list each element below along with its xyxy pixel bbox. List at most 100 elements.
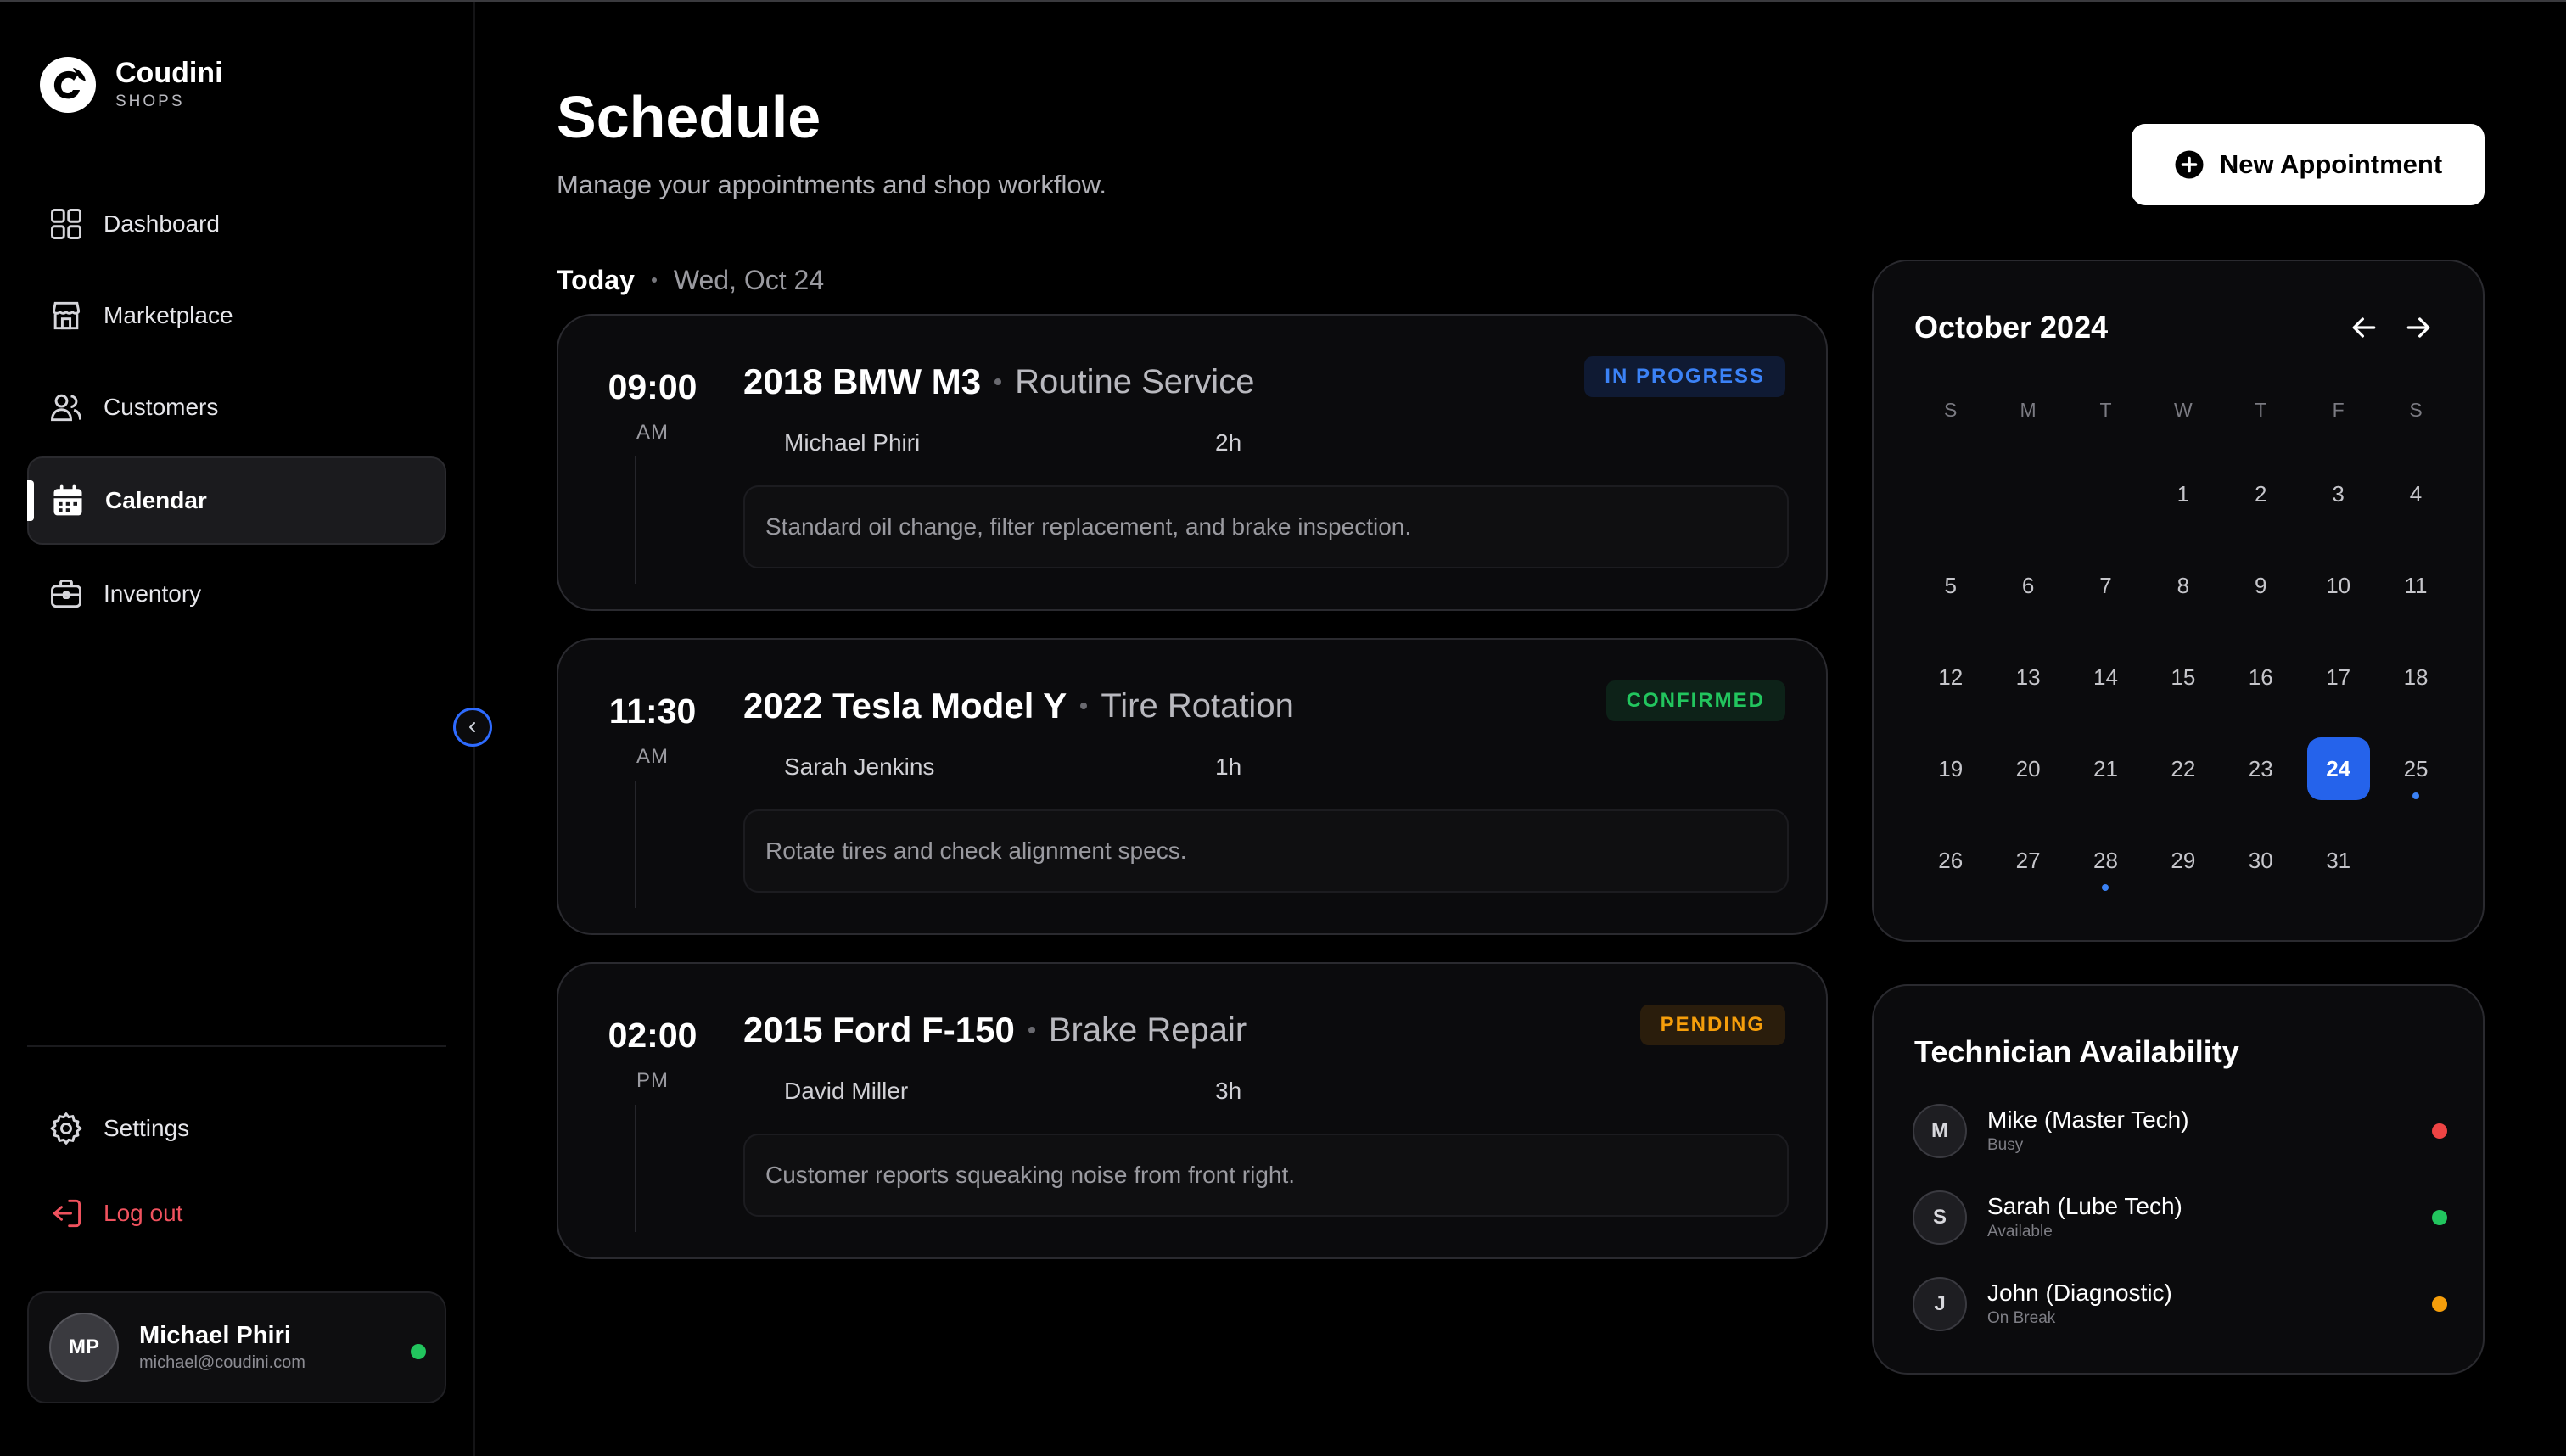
calendar-weekday: T [2255,399,2267,421]
calendar-day[interactable]: 12 [1912,631,1989,723]
calendar-day[interactable]: 11 [2377,540,2454,631]
calendar-day-number: 4 [2409,480,2423,507]
calendar-empty-cell [2067,448,2144,540]
nav-item-dashboard[interactable]: Dashboard [27,182,446,266]
avatar: MP [49,1313,119,1382]
nav-item-marketplace[interactable]: Marketplace [27,273,446,358]
calendar-day[interactable]: 20 [1989,723,2066,815]
calendar-day[interactable]: 23 [2222,723,2300,815]
calendar-day-number: 2 [2255,480,2267,507]
nav-label: Dashboard [104,210,220,237]
appointment-duration: 3h [1215,1078,1242,1104]
appointment-card[interactable]: 11:30 AM 2022 Tesla Model Y Tire Rotatio… [557,638,1828,935]
calendar-day-number: 20 [2015,755,2041,781]
technician-status: On Break [1987,1309,2056,1327]
technician-row[interactable]: S Sarah (Lube Tech) Available [1913,1188,2447,1247]
calendar-day[interactable]: 16 [2222,631,2300,723]
status-badge: IN PROGRESS [1584,356,1785,397]
calendar-weekday: F [2332,399,2345,421]
technician-name: John (Diagnostic) [1987,1280,2172,1306]
calendar-day[interactable]: 4 [2377,448,2454,540]
calendar-day[interactable]: 26 [1912,815,1989,906]
calendar-day[interactable]: 27 [1989,815,2066,906]
settings-label: Settings [104,1115,190,1141]
nav-item-calendar[interactable]: Calendar [27,456,446,545]
arrow-right-icon[interactable] [2401,311,2435,344]
calendar-day-number: 1 [2177,480,2190,507]
calendar-day-number: 29 [2171,847,2196,873]
appointment-technician: David Miller [784,1078,909,1104]
nav-item-inventory[interactable]: Inventory [27,552,446,636]
calendar-day-number: 16 [2248,664,2273,690]
nav-item-customers[interactable]: Customers [27,365,446,450]
technician-panel-title: Technician Availability [1914,1034,2239,1069]
logout-label: Log out [104,1200,183,1226]
calendar-day[interactable]: 22 [2144,723,2221,815]
calendar-day[interactable]: 17 [2300,631,2377,723]
arrow-left-icon[interactable] [2347,311,2381,344]
calendar-day[interactable]: 9 [2222,540,2300,631]
calendar-day[interactable]: 13 [1989,631,2066,723]
calendar-day[interactable]: 10 [2300,540,2377,631]
calendar-day-number: 28 [2093,847,2118,873]
logout-button[interactable]: Log out [27,1171,446,1256]
technician-status: Busy [1987,1136,2024,1154]
calendar-day-number: 22 [2171,755,2196,781]
settings-button[interactable]: Settings [27,1086,446,1171]
technician-row[interactable]: M Mike (Master Tech) Busy [1913,1101,2447,1161]
appointment-service: Tire Rotation [1101,687,1294,725]
calendar-day-selected[interactable]: 24 [2300,723,2377,815]
appointment-note: Standard oil change, filter replacement,… [743,485,1789,568]
calendar-month-title: October 2024 [1914,310,2109,344]
appointment-time: 11:30 [608,692,697,731]
calendar-day[interactable]: 30 [2222,815,2300,906]
calendar-week-row: 19 20 21 22 23 24 25 [1912,723,2455,815]
brand[interactable]: Coudini SHOPS [39,56,223,114]
calendar-day-number: 6 [2021,572,2035,598]
calendar-day-number: 25 [2403,755,2429,781]
calendar-day[interactable]: 21 [2067,723,2144,815]
appointment-card[interactable]: 09:00 AM 2018 BMW M3 Routine Service IN … [557,314,1828,611]
user-profile-card[interactable]: MP Michael Phiri michael@coudini.com [27,1291,446,1403]
calendar-day-number: 27 [2015,847,2041,873]
technician-status: Available [1987,1223,2053,1240]
calendar-day[interactable]: 2 [2222,448,2300,540]
logout-icon [53,1199,81,1228]
calendar-day-number: 8 [2177,572,2190,598]
calendar-day[interactable]: 6 [1989,540,2066,631]
calendar-day[interactable]: 3 [2300,448,2377,540]
calendar-day[interactable]: 14 [2067,631,2144,723]
calendar-day[interactable]: 8 [2144,540,2221,631]
calendar-day[interactable]: 31 [2300,815,2377,906]
appointment-card[interactable]: 02:00 PM 2015 Ford F-150 Brake Repair PE… [557,962,1828,1259]
calendar-day-number: 11 [2404,572,2428,598]
timeline-line [635,1105,636,1232]
page-subtitle: Manage your appointments and shop workfl… [557,170,1107,199]
calendar-day-number: 10 [2326,572,2351,598]
calendar-day-number: 30 [2248,847,2273,873]
sidebar-collapse-button[interactable] [453,708,492,747]
technician-availability-panel: Technician Availability M Mike (Master T… [1872,984,2485,1375]
mini-calendar: October 2024 S M T W T F S 1 2 3 4 5 6 7 8 9 10 11 12 13 14 1… [1872,260,2485,942]
calendar-day[interactable]: 5 [1912,540,1989,631]
appointment-ampm: AM [636,745,669,768]
technician-row[interactable]: J John (Diagnostic) On Break [1913,1274,2447,1334]
calendar-day[interactable]: 1 [2144,448,2221,540]
calendar-day[interactable]: 7 [2067,540,2144,631]
calendar-day[interactable]: 25 [2377,723,2454,815]
calendar-day-number: 15 [2171,664,2196,690]
calendar-day[interactable]: 28 [2067,815,2144,906]
separator-dot [994,378,1002,385]
new-appointment-button[interactable]: New Appointment [2132,124,2485,205]
calendar-day[interactable]: 29 [2144,815,2221,906]
nav-label: Marketplace [104,302,233,328]
technician-avatar: M [1913,1104,1967,1158]
calendar-day[interactable]: 18 [2377,631,2454,723]
calendar-empty-cell [1989,448,2066,540]
appointment-ampm: AM [636,421,669,444]
today-date: Wed, Oct 24 [673,265,825,295]
nav-label: Calendar [105,487,207,513]
calendar-day-number: 7 [2099,572,2112,598]
calendar-day[interactable]: 19 [1912,723,1989,815]
calendar-day[interactable]: 15 [2144,631,2221,723]
